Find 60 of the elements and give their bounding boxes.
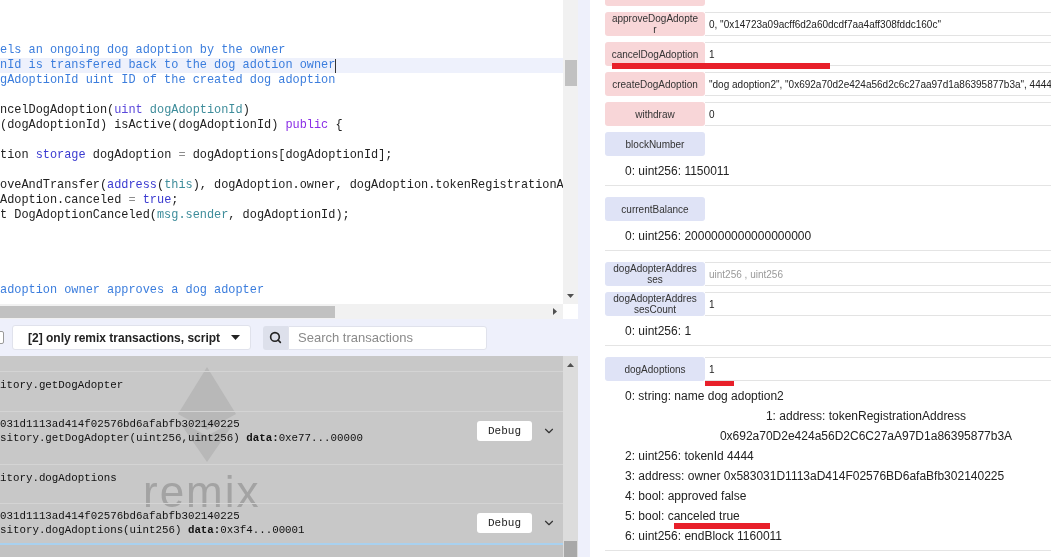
- log-text: itory.dogAdoptions: [0, 471, 117, 485]
- vertical-scrollbar[interactable]: [563, 0, 578, 304]
- function-button[interactable]: currentBalance: [605, 197, 705, 221]
- log-text: 031d1113ad414f02576bd6afabfb302140225: [0, 509, 240, 523]
- function-button[interactable]: createDogAdoption: [605, 72, 705, 96]
- result-text: 0: string: name dog adoption2: [625, 388, 784, 405]
- input-field[interactable]: 1: [705, 42, 1051, 66]
- log-text: sitory.getDogAdopter(uint256,uint256) data:0xe77...00000: [0, 431, 363, 445]
- result-text: 0: uint256: 1150011: [625, 163, 730, 180]
- function-button[interactable]: dogAdoptions: [605, 357, 705, 381]
- code-line: oveAndTransfer(address(this), dogAdoption.owner, dogAdoption.tokenRegistrationA: [0, 178, 563, 193]
- result-text: 6: uint256: endBlock 1160011: [625, 528, 782, 545]
- caret-right-icon[interactable]: [553, 308, 557, 315]
- log-row[interactable]: [0, 543, 563, 557]
- input-field[interactable]: uint256 , uint256: [705, 262, 1051, 286]
- log-text: sitory.dogAdoptions(uint256) data:0x3f4...00001: [0, 523, 305, 537]
- function-button[interactable]: approveDogAdopter: [605, 12, 705, 36]
- result-text: 0: uint256: 2000000000000000000: [625, 228, 812, 245]
- input-field[interactable]: "dog adoption2", "0x692a70d2e424a56d2c6c27aa97d1a86395877b3a", 4444: [705, 72, 1051, 96]
- code-line: els an ongoing dog adoption by the owner: [0, 43, 286, 58]
- code-line: Adoption.canceled = true;: [0, 193, 179, 208]
- horizontal-scrollbar[interactable]: [0, 304, 563, 319]
- function-button[interactable]: cancelDogAdoption: [605, 42, 705, 66]
- vertical-scrollbar[interactable]: [563, 356, 578, 557]
- caret-up-icon[interactable]: [567, 363, 574, 367]
- text-cursor: [335, 58, 337, 73]
- scrollbar-thumb[interactable]: [564, 60, 577, 86]
- caret-down-icon: [231, 335, 240, 340]
- function-button[interactable]: withdraw: [605, 102, 705, 126]
- log-text: itory.getDogAdopter: [0, 378, 124, 392]
- input-field[interactable]: 1: [705, 292, 1051, 316]
- scrollbar-thumb[interactable]: [0, 305, 335, 318]
- input-field[interactable]: 0, "0x14723a09acff6d2a60dcdf7aa4aff308fddc160c": [705, 12, 1051, 36]
- input-field[interactable]: 0: [705, 102, 1051, 126]
- function-button[interactable]: blockNumber: [605, 132, 705, 156]
- code-line: adoption owner approves a dog adopter: [0, 283, 264, 298]
- code-line: ncelDogAdoption(uint dogAdoptionId): [0, 103, 250, 118]
- search-icon: [263, 325, 288, 350]
- log-text: 031d1113ad414f02576bd6afabfb302140225: [0, 417, 240, 431]
- result-text: 0: uint256: 1: [625, 323, 692, 340]
- input-field[interactable]: 1: [705, 357, 1051, 381]
- function-button[interactable]: dogAdopterAddressesCount: [605, 292, 705, 316]
- filter-dropdown[interactable]: [2] only remix transactions, script: [12, 325, 251, 350]
- search-field[interactable]: Search transactions: [288, 325, 487, 350]
- code-line: t DogAdoptionCanceled(msg.sender, dogAdoptionId);: [0, 208, 350, 223]
- result-text: 5: bool: canceled true: [625, 508, 740, 525]
- function-button[interactable]: dogAdopterAddresses: [605, 262, 705, 286]
- result-text: 4: bool: approved false: [625, 488, 747, 505]
- debug-button[interactable]: Debug: [477, 421, 532, 441]
- scrollbar-thumb[interactable]: [564, 541, 577, 557]
- debug-button[interactable]: Debug: [477, 513, 532, 533]
- result-text: 3: address: owner 0x583031D1113aD414F02576BD6afaBfb302140225: [625, 468, 1005, 485]
- caret-down-icon[interactable]: [567, 294, 574, 298]
- code-line: nId is transfered back to the dog adotion owner: [0, 58, 336, 73]
- code-line: (dogAdoptionId) isActive(dogAdoptionId) public {: [0, 118, 343, 133]
- result-text: 2: uint256: tokenId 4444: [625, 448, 754, 465]
- function-button[interactable]: [605, 0, 705, 6]
- code-line: gAdoptionId uint ID of the created dog adoption: [0, 73, 336, 88]
- code-line: tion storage dogAdoption = dogAdoptions[dogAdoptionId];: [0, 148, 393, 163]
- result-text: 1: address: tokenRegistrationAddress 0x692a70D2e424a56D2C6C27aA97D1a86395877b3A: [718, 408, 1014, 445]
